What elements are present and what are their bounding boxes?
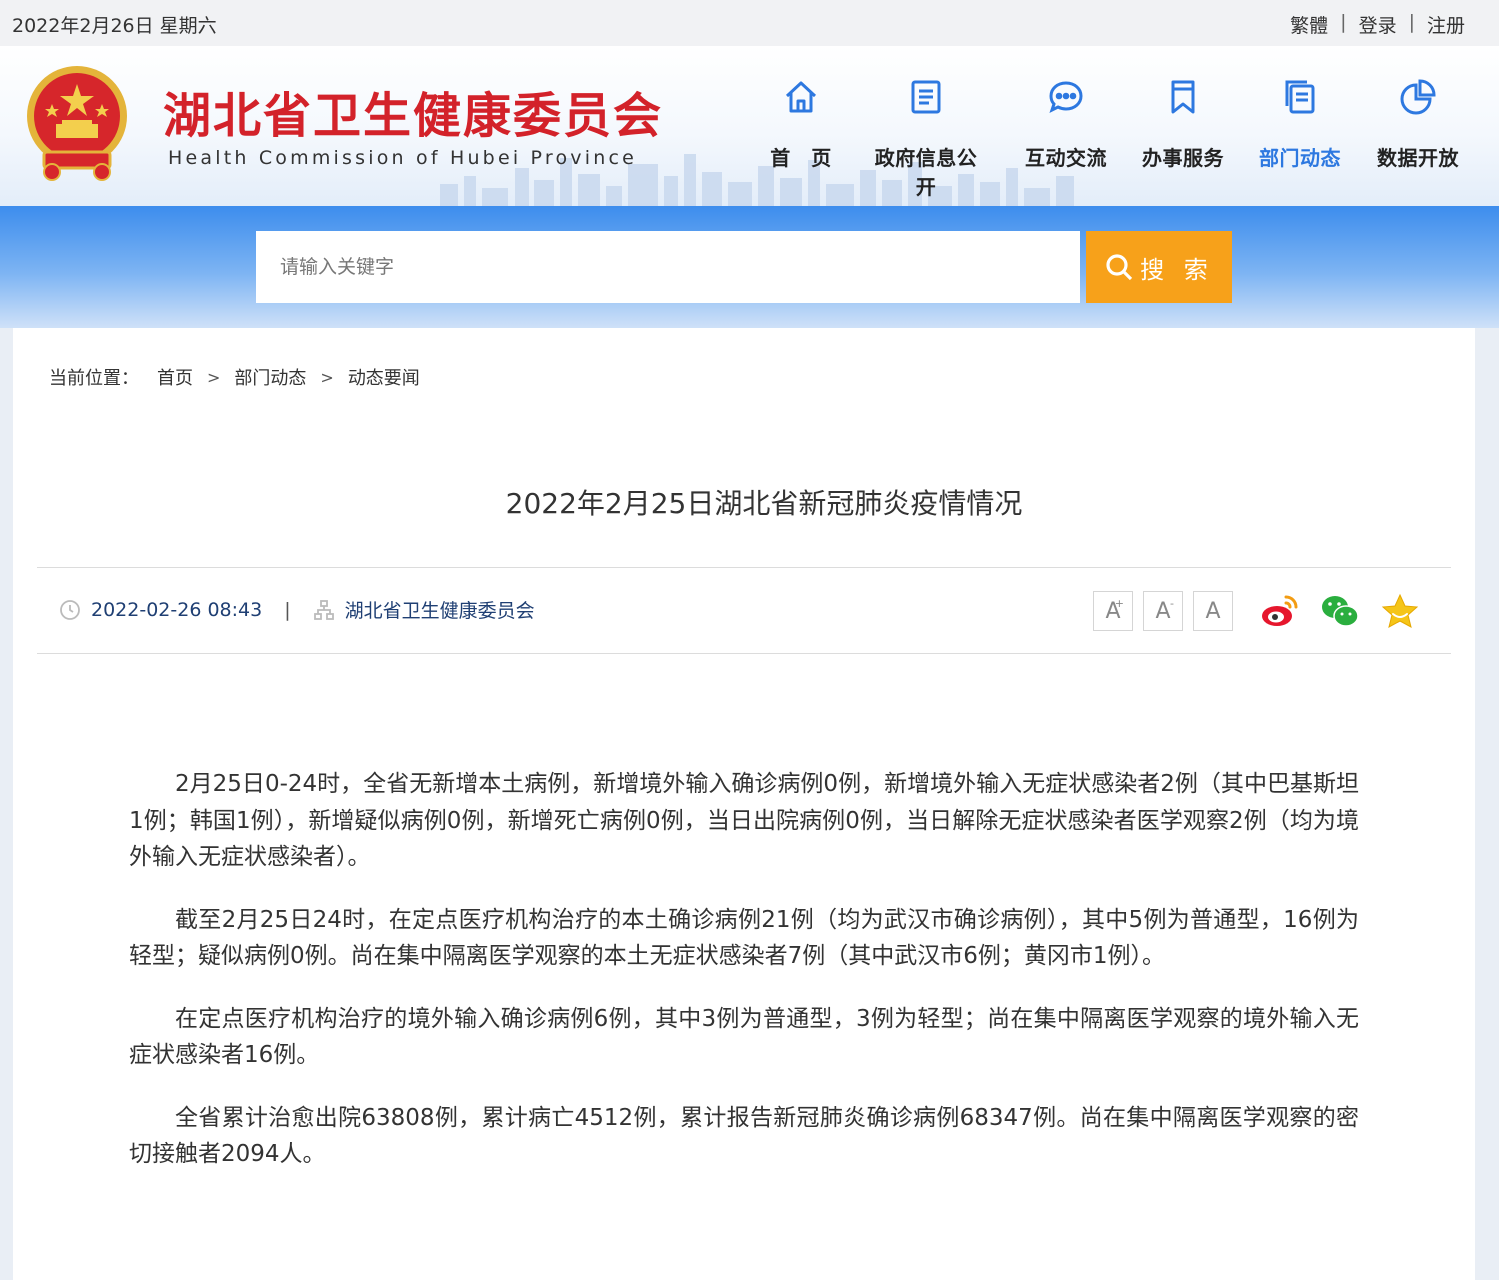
top-utility-bar: 2022年2月26日 星期六 繁體 | 登录 | 注册 <box>0 0 1499 46</box>
divider: | <box>1408 11 1415 33</box>
nav-item-home[interactable]: 首 页 <box>742 72 860 171</box>
article-paragraph: 在定点医疗机构治疗的境外输入确诊病例6例，其中3例为普通型，3例为轻型；尚在集中… <box>129 1005 1359 1069</box>
font-size-reset-button[interactable]: A <box>1193 591 1233 631</box>
article-source: 湖北省卫生健康委员会 <box>344 600 535 622</box>
share-tools <box>1259 590 1421 632</box>
font-size-increase-button[interactable]: A + <box>1093 591 1133 631</box>
nav-item-interaction[interactable]: 互动交流 <box>1007 72 1125 171</box>
pages-icon <box>1285 80 1315 114</box>
search-icon <box>1106 254 1133 281</box>
divider: | <box>1340 11 1347 33</box>
register-link[interactable]: 注册 <box>1427 11 1465 38</box>
article-meta: 2022-02-26 08:43 | 湖北省卫生健康委员会 <box>59 596 535 623</box>
breadcrumb-separator: > <box>320 367 334 387</box>
pie-chart-icon <box>1400 79 1436 115</box>
nav-label: 首 页 <box>770 146 832 170</box>
font-size-decrease-button[interactable]: A- <box>1143 591 1183 631</box>
chat-icon <box>1049 81 1083 113</box>
breadcrumb-department-news[interactable]: 部门动态 <box>234 364 306 390</box>
article-paragraph: 2月25日0-24时，全省无新增本土病例，新增境外输入确诊病例0例，新增境外输入… <box>129 771 1359 870</box>
article-paragraph: 全省累计治愈出院63808例，累计病亡4512例，累计报告新冠肺炎确诊病例683… <box>129 1104 1359 1168</box>
article-title: 2022年2月25日湖北省新冠肺炎疫情情况 <box>505 487 1023 520</box>
login-link[interactable]: 登录 <box>1359 11 1397 38</box>
nav-label: 数据开放 <box>1377 146 1459 170</box>
traditional-chinese-link[interactable]: 繁體 <box>1290 11 1328 38</box>
nav-label: 互动交流 <box>1025 146 1107 170</box>
breadcrumb-label: 当前位置： <box>49 368 139 389</box>
current-date: 2022年2月26日 星期六 <box>12 15 217 37</box>
divider <box>37 567 1451 568</box>
breadcrumb: 当前位置： 首页 > 部门动态 > 动态要闻 <box>49 364 420 390</box>
home-icon <box>785 81 817 113</box>
breadcrumb-separator: > <box>207 367 221 387</box>
article-paragraph: 截至2月25日24时，在定点医疗机构治疗的本土确诊病例21例（均为武汉市确诊病例… <box>129 906 1359 970</box>
nav-label: 部门动态 <box>1259 146 1341 170</box>
nav-item-department-news[interactable]: 部门动态 <box>1241 72 1359 171</box>
weibo-icon[interactable] <box>1259 590 1301 632</box>
top-links: 繁體 | 登录 | 注册 <box>1290 11 1465 38</box>
nav-item-services[interactable]: 办事服务 <box>1124 72 1242 171</box>
site-subtitle: Health Commission of Hubei Province <box>168 147 637 169</box>
divider: | <box>284 598 291 621</box>
font-size-tools: A + A- A <box>1093 591 1233 631</box>
wechat-icon[interactable] <box>1319 590 1361 632</box>
breadcrumb-home[interactable]: 首页 <box>157 364 193 390</box>
national-emblem-logo <box>27 66 127 181</box>
document-icon <box>911 80 941 114</box>
article-body: 2月25日0-24时，全省无新增本土病例，新增境外输入确诊病例0例，新增境外输入… <box>129 766 1359 1199</box>
search-input[interactable] <box>256 231 1080 303</box>
divider <box>37 653 1451 654</box>
search-button[interactable]: 搜 索 <box>1086 231 1232 303</box>
site-header: 湖北省卫生健康委员会 Health Commission of Hubei Pr… <box>0 46 1499 206</box>
site-title[interactable]: 湖北省卫生健康委员会 <box>163 76 663 146</box>
clock-icon <box>60 599 80 620</box>
nav-item-government-info[interactable]: 政府信息公开 <box>866 72 986 200</box>
nav-label: 政府信息公开 <box>874 146 978 199</box>
search-button-label: 搜 索 <box>1140 255 1214 284</box>
nav-item-open-data[interactable]: 数据开放 <box>1359 72 1477 171</box>
publish-datetime: 2022-02-26 08:43 <box>91 598 263 621</box>
main-navigation: 首 页 政府信息公开 互动交流 办事服务 部门动态 数据开放 <box>742 72 1482 199</box>
breadcrumb-headlines[interactable]: 动态要闻 <box>348 364 420 390</box>
organization-icon <box>313 599 334 620</box>
search-band: 搜 索 <box>0 206 1499 328</box>
favorite-star-icon[interactable] <box>1379 590 1421 632</box>
nav-label: 办事服务 <box>1142 146 1224 170</box>
article-container: 当前位置： 首页 > 部门动态 > 动态要闻 2022年2月25日湖北省新冠肺炎… <box>13 328 1475 1280</box>
bookmark-icon <box>1171 80 1195 114</box>
